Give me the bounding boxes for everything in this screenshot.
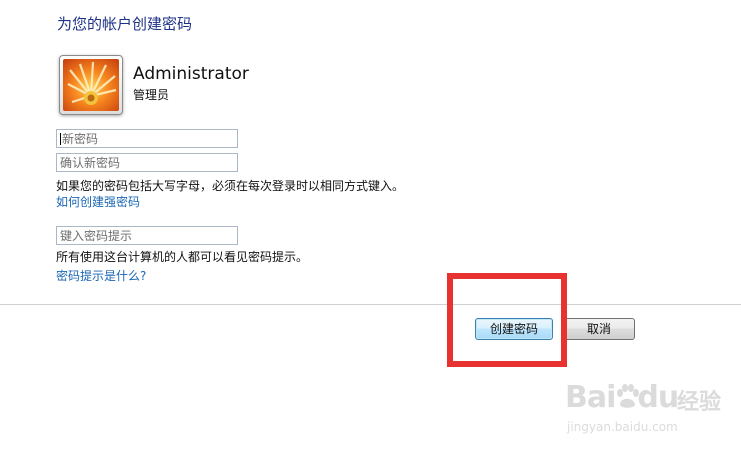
page-title: 为您的帐户创建密码 [57, 15, 193, 33]
watermark-brand-cn: 经验 [677, 390, 722, 415]
user-name: Administrator [133, 64, 249, 84]
watermark-url: jingyan.baidu.com [567, 420, 678, 434]
password-hint-input[interactable]: 键入密码提示 [56, 226, 238, 245]
flower-picture-icon [63, 59, 119, 111]
hint-note: 所有使用这台计算机的人都可以看见密码提示。 [56, 250, 309, 264]
password-hint-placeholder: 键入密码提示 [60, 229, 133, 243]
baidu-watermark: Bai du 经验 jingyan.baidu.com [565, 380, 735, 440]
hint-help-link[interactable]: 密码提示是什么? [56, 267, 146, 284]
user-role: 管理员 [133, 88, 170, 102]
cancel-button[interactable]: 取消 [563, 318, 635, 340]
strong-password-link[interactable]: 如何创建强密码 [56, 193, 140, 210]
confirm-password-placeholder: 确认新密码 [60, 156, 121, 170]
new-password-placeholder: 新密码 [62, 132, 99, 146]
new-password-input[interactable]: 新密码 [56, 129, 238, 148]
paw-icon [617, 384, 639, 408]
confirm-password-input[interactable]: 确认新密码 [56, 153, 238, 172]
text-caret [60, 133, 61, 145]
user-avatar [59, 55, 123, 115]
create-password-button[interactable]: 创建密码 [475, 318, 553, 340]
divider [0, 304, 741, 305]
caps-note: 如果您的密码包括大写字母，必须在每次登录时以相同方式键入。 [56, 179, 405, 193]
